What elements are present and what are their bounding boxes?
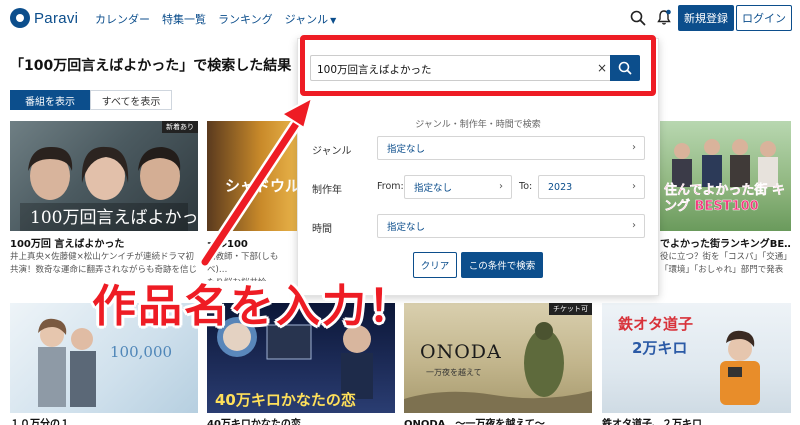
thumbnail-subtitle-text: 2万キロ (632, 339, 688, 357)
logo-mark-icon (10, 8, 30, 28)
program-thumbnail: ONODA 一万夜を越えて (404, 303, 592, 413)
from-label: From: (377, 181, 404, 192)
thumbnail-title-text: 100万回言えばよかった (30, 208, 198, 228)
site-header: Paravi カレンダー 特集一覧 ランキング ジャンル ▼ 新規登録 ログイン (0, 0, 800, 38)
ticket-badge: チケット可 (549, 303, 592, 315)
toggle-programs[interactable]: 番組を表示 (10, 90, 90, 110)
genre-select-value: 指定なし (387, 144, 426, 155)
chevron-right-icon: › (632, 220, 636, 231)
year-to-select[interactable]: 2023 › (538, 175, 645, 199)
nav-genre[interactable]: ジャンル ▼ (285, 11, 337, 27)
card-description: 役に立つ？街を「コスパ」「交通」「環境」「おしゃれ」部門で発表 (660, 252, 788, 275)
card-title: ール100 (207, 239, 248, 250)
thumbnail-title-text: ONODA (420, 341, 502, 363)
time-label: 時間 (312, 224, 332, 235)
thumbnail-subtitle-text: 一万夜を越えて (426, 368, 482, 377)
nav-genre-label: ジャンル (284, 13, 329, 26)
register-button[interactable]: 新規登録 (678, 5, 734, 31)
program-thumbnail: シャドウル (207, 121, 297, 231)
search-icon[interactable] (630, 10, 646, 26)
card-title: 鉄オタ道子、２万キロ (602, 419, 702, 425)
program-thumbnail: 住んでよかった街 キング BEST100 (660, 121, 791, 231)
login-button[interactable]: ログイン (736, 5, 792, 31)
card-title: ONODA ～一万夜を越えて～ (404, 419, 545, 425)
clear-button[interactable]: クリア (413, 252, 457, 278)
card-title: 100万回 言えばよかった (10, 239, 125, 250)
card-title: 40万キロかなたの恋 (207, 419, 301, 425)
thumbnail-title-text: 住んでよかった街 キング BEST100 (664, 183, 785, 214)
time-select[interactable]: 指定なし › (377, 214, 645, 238)
program-thumbnail: 100万回言えばよかった (10, 121, 198, 231)
thumbnail-title-text: 40万キロかなたの恋 (215, 391, 356, 409)
year-from-select[interactable]: 指定なし › (404, 175, 512, 199)
display-toggle: 番組を表示 すべてを表示 (10, 90, 172, 110)
nav-features[interactable]: 特集一覧 (162, 11, 206, 27)
program-card[interactable]: 鉄オタ道子 2万キロ 鉄オタ道子、２万キロ (602, 303, 791, 425)
genre-label: ジャンル (312, 146, 352, 157)
annotation-text: 作品名を入力！ (92, 281, 414, 332)
thumbnail-title-text: 鉄オタ道子 (618, 315, 694, 333)
logo-text: Paravi (34, 9, 79, 27)
chevron-right-icon: › (499, 181, 503, 192)
program-card[interactable]: 住んでよかった街 キング BEST100 でよかった街ランキングBE… 役に立つ… (660, 121, 791, 281)
page-title: 「100万回言えばよかった」で検索した結果 (10, 58, 292, 74)
toggle-all[interactable]: すべてを表示 (90, 90, 172, 110)
thumbnail-title-text: 100,000 (110, 343, 173, 361)
nav-ranking[interactable]: ランキング (218, 11, 273, 27)
new-badge: 新着あり (162, 121, 198, 133)
apply-filter-button[interactable]: この条件で検索 (461, 252, 543, 278)
nav-calendar[interactable]: カレンダー (95, 11, 150, 27)
genre-select[interactable]: 指定なし › (377, 136, 645, 160)
program-thumbnail: 鉄オタ道子 2万キロ (602, 303, 791, 413)
chevron-down-icon: ▼ (330, 16, 337, 25)
main-nav: カレンダー 特集一覧 ランキング ジャンル ▼ (95, 11, 336, 27)
paravi-logo[interactable]: Paravi (10, 8, 78, 28)
annotation-highlight-box (300, 35, 656, 96)
year-label: 制作年 (312, 185, 342, 196)
filter-heading: ジャンル・制作年・時間で検索 (415, 120, 541, 130)
year-to-value: 2023 (548, 181, 573, 193)
time-select-value: 指定なし (387, 222, 426, 233)
program-card[interactable]: ONODA 一万夜を越えて チケット可 ONODA ～一万夜を越えて～ (404, 303, 592, 425)
chevron-right-icon: › (632, 142, 636, 153)
bell-icon[interactable] (656, 9, 672, 26)
card-title: １０万分の１ (10, 419, 70, 425)
chevron-right-icon: › (632, 181, 636, 192)
year-from-value: 指定なし (414, 183, 453, 194)
card-title: でよかった街ランキングBE… (660, 239, 791, 250)
program-card[interactable]: シャドウル ール100 元教師・下部(しもべ)… たり悩む桜井怜 (207, 121, 297, 281)
program-card[interactable]: 100万回言えばよかった 新着あり 100万回 言えばよかった 井上真央×佐藤健… (10, 121, 198, 281)
thumbnail-title-text: シャドウル (225, 177, 297, 195)
to-label: To: (519, 181, 533, 192)
